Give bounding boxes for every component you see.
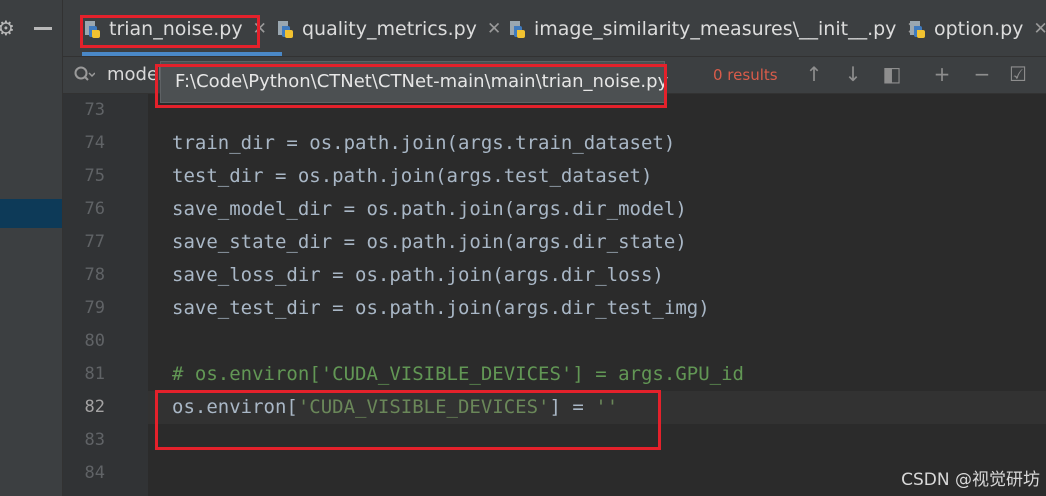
line-number: 83 [84, 430, 105, 450]
next-occurrence-icon[interactable]: ↓ [842, 63, 864, 85]
path-highlight-box [155, 64, 667, 108]
project-tree-selected-row[interactable] [0, 199, 63, 228]
line-number: 80 [84, 331, 105, 351]
line-number: 76 [84, 199, 105, 219]
filter-occurrences-icon[interactable]: ☑ [1007, 63, 1029, 85]
line-number: 73 [84, 100, 105, 120]
minimize-icon[interactable] [34, 27, 52, 30]
tab-image-similarity-init[interactable]: image_similarity_measures\__init__.py ✕ [508, 11, 921, 47]
select-all-occurrences-icon[interactable]: ◧ [881, 63, 903, 85]
tab-label: option.py [934, 18, 1024, 40]
line-number: 78 [84, 265, 105, 285]
line-number: 74 [84, 133, 105, 153]
line-number: 75 [84, 166, 105, 186]
previous-occurrence-icon[interactable]: ↑ [803, 63, 825, 85]
code-line[interactable]: train_dir = os.path.join(args.train_data… [172, 127, 675, 160]
close-icon[interactable]: ✕ [487, 19, 501, 39]
line-number: 77 [84, 232, 105, 252]
python-file-icon [510, 21, 525, 38]
code-line[interactable]: save_test_dir = os.path.join(args.dir_te… [172, 292, 710, 325]
gear-icon[interactable]: ⚙ [0, 18, 15, 38]
close-icon[interactable]: ✕ [1033, 19, 1046, 39]
line-number: 79 [84, 298, 105, 318]
code-line[interactable]: test_dir = os.path.join(args.test_datase… [172, 160, 652, 193]
left-tool-strip: ⚙ [0, 0, 63, 496]
code-highlight-box [155, 390, 661, 450]
line-number: 81 [84, 364, 105, 384]
tab-label: image_similarity_measures\__init__.py [534, 18, 897, 40]
watermark: CSDN @视觉研坊 [901, 470, 1040, 490]
python-file-icon [910, 21, 925, 38]
code-comment-line[interactable]: # os.environ['CUDA_VISIBLE_DEVICES'] = a… [172, 358, 744, 391]
search-icon[interactable] [73, 65, 95, 85]
code-line[interactable]: save_model_dir = os.path.join(args.dir_m… [172, 193, 687, 226]
code-line[interactable]: save_loss_dir = os.path.join(args.dir_lo… [172, 259, 664, 292]
python-file-icon [278, 21, 293, 38]
tab-quality-metrics[interactable]: quality_metrics.py ✕ [276, 11, 501, 47]
tab-label: quality_metrics.py [302, 18, 477, 40]
tab-option[interactable]: option.py ✕ [908, 11, 1046, 47]
line-number: 82 [84, 397, 105, 417]
line-number: 84 [84, 463, 105, 483]
tab-highlight-box [80, 15, 260, 48]
code-line[interactable]: save_state_dir = os.path.join(args.dir_s… [172, 226, 687, 259]
active-tab-indicator [82, 52, 282, 56]
add-occurrence-icon[interactable]: + [931, 63, 953, 85]
remove-occurrence-icon[interactable]: − [971, 63, 993, 85]
search-results-count: 0 results [713, 66, 778, 84]
